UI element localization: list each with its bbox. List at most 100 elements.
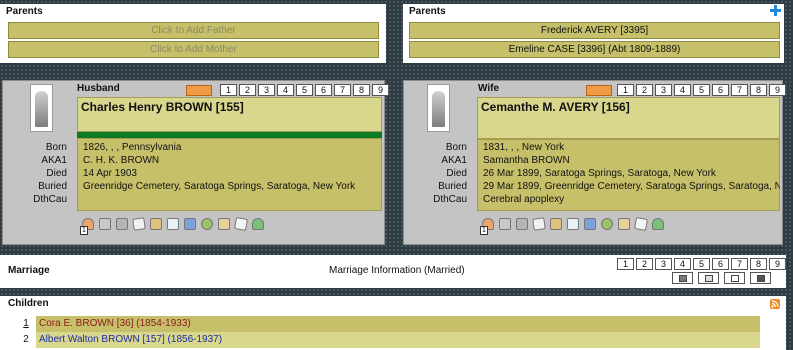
- child-name[interactable]: Albert Walton BROWN [157] (1856-1937): [36, 332, 760, 348]
- wife-buried-value: 29 Mar 1899, Greenridge Cemetery, Sarato…: [483, 181, 780, 192]
- marriage-title: Marriage: [8, 265, 50, 276]
- add-person-icon[interactable]: [651, 217, 665, 231]
- mother-link[interactable]: Emeline CASE [3396] (Abt 1809-1889): [409, 41, 780, 58]
- wife-tab-6[interactable]: 6: [712, 84, 729, 96]
- husband-tab-5[interactable]: 5: [296, 84, 313, 96]
- add-father-button[interactable]: Click to Add Father: [8, 22, 379, 39]
- husband-toolbar: [81, 217, 265, 231]
- wife-tab-5[interactable]: 5: [693, 84, 710, 96]
- spouses-icon[interactable]: [115, 217, 129, 231]
- marriage-tab-6[interactable]: 6: [712, 258, 729, 270]
- wife-name-box[interactable]: Cemanthe M. AVERY [156]: [477, 97, 780, 139]
- marriage-tab-5[interactable]: 5: [693, 258, 710, 270]
- marriage-tab-1[interactable]: 1: [617, 258, 634, 270]
- parents-title-left: Parents: [6, 6, 43, 17]
- add-parent-plus-icon[interactable]: [770, 5, 781, 16]
- husband-tab-6[interactable]: 6: [315, 84, 332, 96]
- marriage-tab-9[interactable]: 9: [769, 258, 786, 270]
- wife-tab-7[interactable]: 7: [731, 84, 748, 96]
- father-link[interactable]: Frederick AVERY [3395]: [409, 22, 780, 39]
- marriage-tab-3[interactable]: 3: [655, 258, 672, 270]
- parents-panel-right: Parents Frederick AVERY [3395] Emeline C…: [403, 4, 784, 63]
- media-icon[interactable]: [549, 217, 563, 231]
- marriage-tab-4[interactable]: 4: [674, 258, 691, 270]
- parents-title-right: Parents: [409, 6, 446, 17]
- husband-tab-3[interactable]: 3: [258, 84, 275, 96]
- husband-tab-4[interactable]: 4: [277, 84, 294, 96]
- marriage-media-icon[interactable]: [750, 272, 771, 284]
- marriage-sources-icon[interactable]: [672, 272, 693, 284]
- marriage-document-icon[interactable]: [724, 272, 745, 284]
- child-number: 2: [23, 334, 29, 345]
- book-icon[interactable]: [183, 217, 197, 231]
- husband-name-box[interactable]: Charles Henry BROWN [155]: [77, 97, 382, 132]
- siblings-icon[interactable]: [498, 217, 512, 231]
- wife-buried-label: Buried: [438, 181, 467, 192]
- child-name[interactable]: Cora E. BROWN [36] (1854-1933): [36, 316, 760, 332]
- sources-icon[interactable]: [234, 217, 248, 231]
- home-icon[interactable]: [217, 217, 231, 231]
- husband-card: Husband 1 2 3 4 5 6 7 8 9 Charles Henry …: [2, 80, 389, 245]
- add-mother-button[interactable]: Click to Add Mother: [8, 41, 379, 58]
- wife-card: Wife 1 2 3 4 5 6 7 8 9 Cemanthe M. AVERY…: [403, 80, 786, 245]
- husband-buried-label: Buried: [38, 181, 67, 192]
- wife-role-label: Wife: [478, 83, 500, 94]
- add-person-icon[interactable]: [251, 217, 265, 231]
- wife-tab-3[interactable]: 3: [655, 84, 672, 96]
- sources-icon[interactable]: [634, 217, 648, 231]
- wife-died-label: Died: [446, 168, 467, 179]
- notes-icon[interactable]: [132, 217, 146, 231]
- husband-born-label: Born: [45, 142, 67, 153]
- wife-dthcau-label: DthCau: [433, 194, 467, 205]
- marriage-tools: [672, 272, 771, 284]
- document-icon[interactable]: [166, 217, 180, 231]
- wife-tab-2[interactable]: 2: [636, 84, 653, 96]
- marriage-tab-8[interactable]: 8: [750, 258, 767, 270]
- wife-tab-1[interactable]: 1: [617, 84, 634, 96]
- husband-tab-8[interactable]: 8: [353, 84, 370, 96]
- wife-orange-tab[interactable]: [586, 85, 612, 96]
- husband-tab-2[interactable]: 2: [239, 84, 256, 96]
- document-icon[interactable]: [566, 217, 580, 231]
- husband-died-label: Died: [46, 168, 67, 179]
- wife-born-label: Born: [445, 142, 467, 153]
- husband-photo[interactable]: [30, 84, 53, 132]
- home-icon[interactable]: [617, 217, 631, 231]
- marriage-tab-2[interactable]: 2: [636, 258, 653, 270]
- wife-tab-9[interactable]: 9: [769, 84, 786, 96]
- husband-role-label: Husband: [77, 83, 120, 94]
- husband-tab-1[interactable]: 1: [220, 84, 237, 96]
- spouses-icon[interactable]: [515, 217, 529, 231]
- child-row[interactable]: 2 Albert Walton BROWN [157] (1856-1937): [20, 332, 760, 348]
- husband-orange-tab[interactable]: [186, 85, 212, 96]
- marriage-notes-icon[interactable]: [698, 272, 719, 284]
- media-icon[interactable]: [149, 217, 163, 231]
- husband-tab-9[interactable]: 9: [372, 84, 389, 96]
- wife-dthcau-value: Cerebral apoplexy: [483, 194, 565, 205]
- wife-tab-4[interactable]: 4: [674, 84, 691, 96]
- marriage-info[interactable]: Marriage Information (Married): [329, 265, 465, 276]
- book-icon[interactable]: [583, 217, 597, 231]
- wife-photo[interactable]: [427, 84, 450, 132]
- people-icon[interactable]: [600, 217, 614, 231]
- child-row[interactable]: 1 Cora E. BROWN [36] (1854-1933): [20, 316, 760, 332]
- husband-tab-7[interactable]: 7: [334, 84, 351, 96]
- husband-aka-value: C. H. K. BROWN: [83, 155, 160, 166]
- rss-icon[interactable]: [770, 299, 780, 309]
- wife-aka-label: AKA1: [441, 155, 467, 166]
- husband-name[interactable]: Charles Henry BROWN [155]: [81, 100, 244, 114]
- people-icon[interactable]: [200, 217, 214, 231]
- parents-panel-left: Parents Click to Add Father Click to Add…: [0, 4, 386, 63]
- notes-icon[interactable]: [532, 217, 546, 231]
- husband-number-tabs: 1 2 3 4 5 6 7 8 9: [220, 84, 389, 96]
- wife-tab-8[interactable]: 8: [750, 84, 767, 96]
- husband-toolbar-badge: 1: [80, 226, 88, 235]
- headstone-icon: [35, 91, 48, 127]
- marriage-tab-7[interactable]: 7: [731, 258, 748, 270]
- wife-toolbar: [481, 217, 665, 231]
- siblings-icon[interactable]: [98, 217, 112, 231]
- wife-number-tabs: 1 2 3 4 5 6 7 8 9: [617, 84, 786, 96]
- husband-dthcau-label: DthCau: [33, 194, 67, 205]
- wife-name[interactable]: Cemanthe M. AVERY [156]: [481, 100, 630, 114]
- wife-toolbar-badge: 1: [480, 226, 488, 235]
